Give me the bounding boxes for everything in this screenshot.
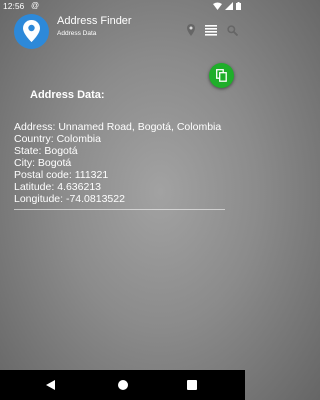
location-pin-icon[interactable] [187, 24, 195, 36]
address-details: Address: Unnamed Road, Bogotá, Colombia … [14, 121, 221, 205]
state-line: State: Bogotá [14, 145, 78, 157]
app-title: Address Finder [57, 15, 132, 27]
app-bar: Address Finder Address Data [0, 12, 245, 52]
wifi-icon [213, 2, 222, 10]
copy-button[interactable] [209, 63, 234, 88]
home-icon[interactable] [118, 380, 128, 390]
city-line: City: Bogotá [14, 157, 72, 169]
search-icon[interactable] [227, 24, 238, 36]
longitude-line: Longitude: -74.0813522 [14, 193, 125, 205]
list-icon[interactable] [205, 24, 217, 36]
country-line: Country: Colombia [14, 133, 101, 145]
signal-icon [225, 2, 233, 10]
status-bar: 12:56 @ [0, 0, 245, 12]
status-indicators [213, 2, 241, 10]
latitude-line: Latitude: 4.636213 [14, 181, 101, 193]
app-subtitle: Address Data [57, 30, 97, 37]
navigation-bar [0, 370, 245, 400]
postal-code-line: Postal code: 111321 [14, 169, 109, 181]
recents-icon[interactable] [187, 380, 197, 390]
app-logo [14, 14, 49, 49]
status-time: 12:56 [3, 1, 25, 11]
battery-icon [236, 2, 241, 10]
app-actions [187, 24, 238, 36]
at-sign-icon: @ [31, 1, 40, 10]
address-line: Address: Unnamed Road, Bogotá, Colombia [14, 121, 222, 133]
section-heading: Address Data: [30, 89, 105, 101]
map-marker-icon [23, 20, 40, 42]
copy-icon [216, 69, 227, 82]
divider [14, 209, 225, 210]
back-icon[interactable] [46, 380, 55, 390]
